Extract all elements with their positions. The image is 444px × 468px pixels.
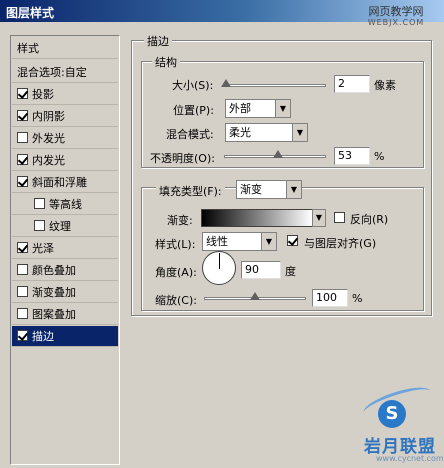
blend-mode-select[interactable]: 柔光 ▼ [225,123,308,142]
sidebar-item-pattern-overlay[interactable]: 图案叠加 [12,304,118,325]
blend-options-item[interactable]: 混合选项:自定 [12,62,118,83]
position-select-value: 外部 [229,102,251,115]
sidebar-item-gradient-overlay[interactable]: 渐变叠加 [12,282,118,303]
window-title: 图层样式 [6,6,55,20]
chevron-down-icon[interactable]: ▼ [292,124,307,141]
blend-mode-label: 混合模式: [166,128,214,141]
sidebar-item-label: 颜色叠加 [32,264,76,277]
position-label: 位置(P): [173,104,214,117]
angle-input[interactable]: 90 [241,261,281,279]
blend-mode-select-value: 柔光 [229,126,251,139]
scale-unit: % [352,292,363,305]
angle-unit: 度 [285,265,296,278]
sidebar-item-bevel-emboss[interactable]: 斜面和浮雕 [12,172,118,193]
angle-dial[interactable] [202,251,236,285]
angle-label: 角度(A): [155,266,197,279]
angle-needle [219,253,220,269]
sidebar-item-label: 内发光 [32,154,65,167]
contour-checkbox[interactable] [34,198,45,209]
s-logo-icon: S [378,400,406,428]
opacity-slider[interactable] [224,150,326,162]
gradient-overlay-checkbox[interactable] [17,286,28,297]
sidebar-item-satin[interactable]: 光泽 [12,238,118,259]
drop-shadow-checkbox[interactable] [17,88,28,99]
fill-type-label: 填充类型(F): [156,183,225,199]
gradient-picker-button[interactable]: ▼ [312,209,326,227]
gradient-label: 渐变: [167,214,193,227]
sidebar-item-outer-glow[interactable]: 外发光 [12,128,118,149]
chevron-down-icon[interactable]: ▼ [261,233,276,250]
reverse-checkbox[interactable] [334,212,345,223]
align-with-layer-label: 与图层对齐(G) [304,237,377,250]
texture-checkbox[interactable] [34,220,45,231]
fill-type-select-value: 渐变 [240,183,262,196]
sidebar-item-color-overlay[interactable]: 颜色叠加 [12,260,118,281]
size-slider[interactable] [221,79,326,91]
reverse-label: 反向(R) [350,213,389,226]
chevron-down-icon[interactable]: ▼ [286,181,301,198]
satin-checkbox[interactable] [17,242,28,253]
gradient-style-select-value: 线性 [206,235,228,248]
stroke-group-title: 描边 [144,33,172,49]
size-label: 大小(S): [172,79,214,92]
watermark-top-line2: WEBJX.COM [367,18,425,27]
sidebar-item-drop-shadow[interactable]: 投影 [12,84,118,105]
bevel-emboss-checkbox[interactable] [17,176,28,187]
sidebar-item-label: 斜面和浮雕 [32,176,87,189]
sidebar-item-stroke[interactable]: 描边 [12,326,118,347]
sidebar-item-label: 外发光 [32,132,65,145]
sidebar-item-contour[interactable]: 等高线 [12,194,118,215]
opacity-label: 不透明度(O): [150,152,215,165]
gradient-swatch[interactable] [201,209,313,227]
sidebar-item-label: 渐变叠加 [32,286,76,299]
sidebar-item-label: 光泽 [32,242,54,255]
sidebar-item-label: 纹理 [49,220,71,233]
scale-slider[interactable] [204,292,306,304]
blend-options-label: 混合选项:自定 [17,66,87,79]
sidebar-item-texture[interactable]: 纹理 [12,216,118,237]
opacity-slider-thumb[interactable] [273,150,284,158]
size-slider-thumb[interactable] [221,79,232,87]
chevron-down-icon[interactable]: ▼ [275,100,290,117]
size-slider-track [224,84,326,87]
sidebar-item-inner-shadow[interactable]: 内阴影 [12,106,118,127]
outer-glow-checkbox[interactable] [17,132,28,143]
sidebar-item-inner-glow[interactable]: 内发光 [12,150,118,171]
structure-group-title: 结构 [152,54,180,70]
watermark-top: 网页教学网 WEBJX.COM [350,6,442,32]
opacity-unit: % [374,150,385,163]
sidebar-item-label: 描边 [32,330,54,343]
chevron-down-icon: ▼ [315,213,323,222]
style-list-header[interactable]: 样式 [12,38,118,59]
scale-label: 缩放(C): [155,294,197,307]
sidebar-item-label: 等高线 [49,198,82,211]
color-overlay-checkbox[interactable] [17,264,28,275]
sidebar-item-label: 投影 [32,88,54,101]
style-list-header-label: 样式 [17,42,39,55]
size-input[interactable]: 2 [334,75,370,93]
stroke-checkbox[interactable] [17,330,28,341]
gradient-style-select[interactable]: 线性 ▼ [202,232,277,251]
style-label: 样式(L): [155,238,196,251]
sidebar-item-label: 图案叠加 [32,308,76,321]
watermark-top-line1: 网页教学网 [368,5,424,18]
inner-shadow-checkbox[interactable] [17,110,28,121]
sidebar-item-label: 内阴影 [32,110,65,123]
inner-glow-checkbox[interactable] [17,154,28,165]
position-select[interactable]: 外部 ▼ [225,99,291,118]
watermark-bottom: S 岩月联盟 www.cycnet.com [356,381,444,464]
scale-slider-thumb[interactable] [250,292,260,300]
style-list: 样式 混合选项:自定 投影 内阴影 外发光 内发光 斜面和浮雕 等高线 纹理 光… [10,35,120,465]
pattern-overlay-checkbox[interactable] [17,308,28,319]
size-unit: 像素 [374,79,396,92]
fill-type-select[interactable]: 渐变 ▼ [236,180,302,199]
opacity-input[interactable]: 53 [334,147,370,165]
align-with-layer-checkbox[interactable] [287,235,298,246]
scale-input[interactable]: 100 [312,289,348,307]
watermark-url: www.cycnet.com [376,454,444,463]
